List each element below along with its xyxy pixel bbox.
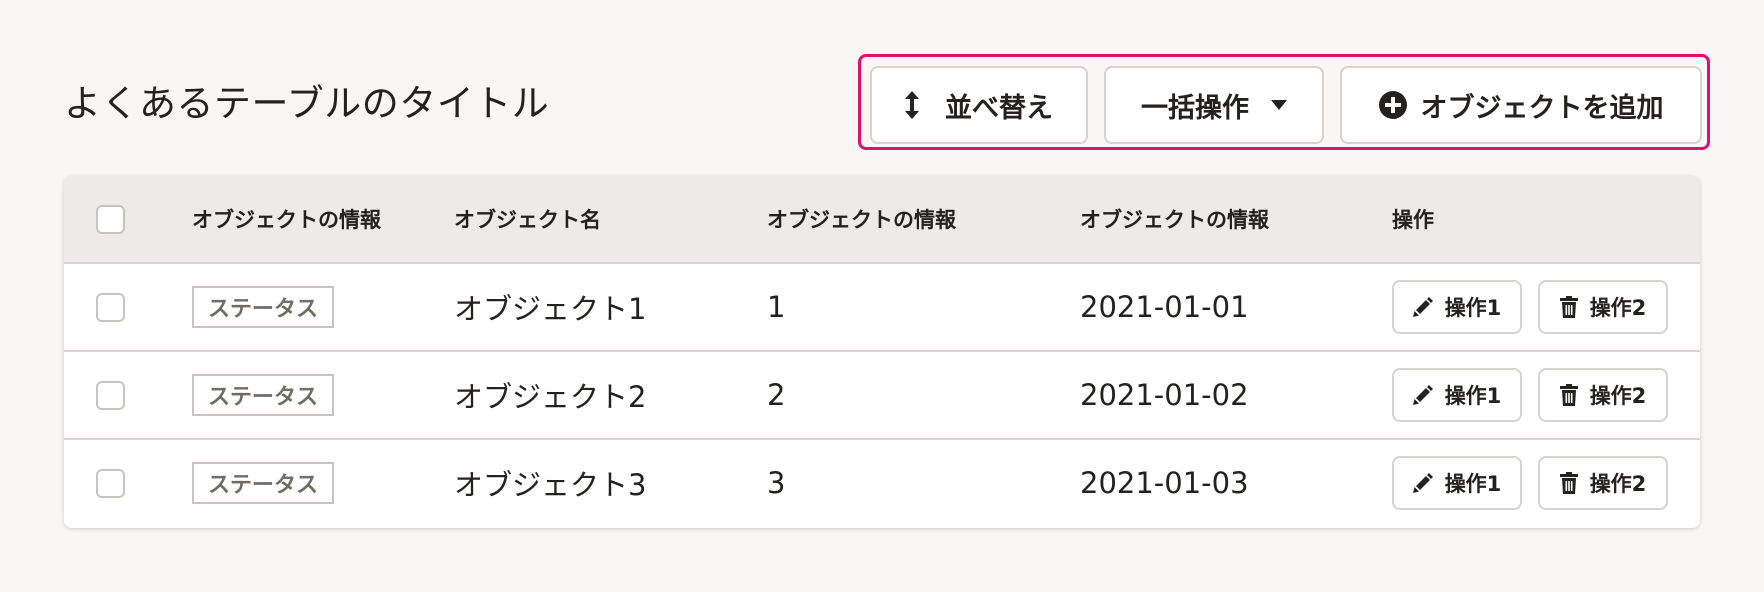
edit-button-label: 操作1 bbox=[1444, 296, 1502, 320]
table-row: ステータス オブジェクト2 2 2021-01-02 操作1 操作2 bbox=[64, 352, 1700, 440]
row-checkbox[interactable] bbox=[96, 380, 125, 410]
delete-button[interactable]: 操作2 bbox=[1538, 368, 1668, 422]
object-date: 2021-01-03 bbox=[1080, 466, 1249, 500]
column-header-info-3: オブジェクトの情報 bbox=[1080, 208, 1269, 232]
caret-down-icon bbox=[1271, 100, 1287, 110]
sort-button-label: 並べ替え bbox=[945, 92, 1053, 124]
object-date: 2021-01-01 bbox=[1080, 290, 1249, 324]
object-info: 3 bbox=[767, 466, 786, 500]
row-checkbox[interactable] bbox=[96, 292, 125, 322]
pencil-icon bbox=[1412, 297, 1433, 317]
object-info: 1 bbox=[767, 290, 786, 324]
bulk-action-button-label: 一括操作 bbox=[1141, 92, 1249, 124]
sort-icon bbox=[905, 91, 919, 119]
status-badge: ステータス bbox=[192, 286, 335, 328]
object-name: オブジェクト2 bbox=[454, 380, 647, 414]
status-badge: ステータス bbox=[192, 374, 335, 416]
column-header-actions: 操作 bbox=[1392, 208, 1434, 232]
add-object-button-label: オブジェクトを追加 bbox=[1420, 92, 1664, 124]
object-name: オブジェクト1 bbox=[454, 292, 647, 326]
row-checkbox[interactable] bbox=[96, 468, 125, 498]
delete-button-label: 操作2 bbox=[1589, 472, 1647, 496]
delete-button-label: 操作2 bbox=[1589, 384, 1647, 408]
delete-button-label: 操作2 bbox=[1589, 296, 1647, 320]
select-all-checkbox[interactable] bbox=[96, 204, 125, 234]
delete-button[interactable]: 操作2 bbox=[1538, 280, 1668, 334]
table-row: ステータス オブジェクト3 3 2021-01-03 操作1 操作2 bbox=[64, 440, 1700, 528]
object-table: オブジェクトの情報 オブジェクト名 オブジェクトの情報 オブジェクトの情報 操作… bbox=[64, 176, 1700, 528]
object-date: 2021-01-02 bbox=[1080, 378, 1249, 412]
table-header: オブジェクトの情報 オブジェクト名 オブジェクトの情報 オブジェクトの情報 操作 bbox=[64, 176, 1700, 264]
object-name: オブジェクト3 bbox=[454, 468, 647, 502]
bulk-action-button[interactable]: 一括操作 bbox=[1104, 66, 1324, 144]
table-row: ステータス オブジェクト1 1 2021-01-01 操作1 操作2 bbox=[64, 264, 1700, 352]
page-title: よくあるテーブルのタイトル bbox=[64, 82, 550, 125]
delete-button[interactable]: 操作2 bbox=[1538, 456, 1668, 510]
trash-icon bbox=[1559, 384, 1578, 406]
column-header-name: オブジェクト名 bbox=[454, 208, 601, 232]
sort-button[interactable]: 並べ替え bbox=[870, 66, 1088, 144]
edit-button-label: 操作1 bbox=[1444, 384, 1502, 408]
add-object-button[interactable]: オブジェクトを追加 bbox=[1340, 66, 1702, 144]
edit-button[interactable]: 操作1 bbox=[1392, 456, 1522, 510]
pencil-icon bbox=[1412, 473, 1433, 493]
pencil-icon bbox=[1412, 385, 1433, 405]
object-info: 2 bbox=[767, 378, 786, 412]
trash-icon bbox=[1559, 472, 1578, 494]
edit-button-label: 操作1 bbox=[1444, 472, 1502, 496]
column-header-info: オブジェクトの情報 bbox=[192, 208, 381, 232]
edit-button[interactable]: 操作1 bbox=[1392, 368, 1522, 422]
status-badge: ステータス bbox=[192, 462, 335, 504]
column-header-info-2: オブジェクトの情報 bbox=[767, 208, 956, 232]
toolbar-highlight: 並べ替え 一括操作 オブジェクトを追加 bbox=[858, 54, 1710, 150]
add-circle-icon bbox=[1378, 91, 1407, 119]
trash-icon bbox=[1559, 296, 1578, 318]
edit-button[interactable]: 操作1 bbox=[1392, 280, 1522, 334]
